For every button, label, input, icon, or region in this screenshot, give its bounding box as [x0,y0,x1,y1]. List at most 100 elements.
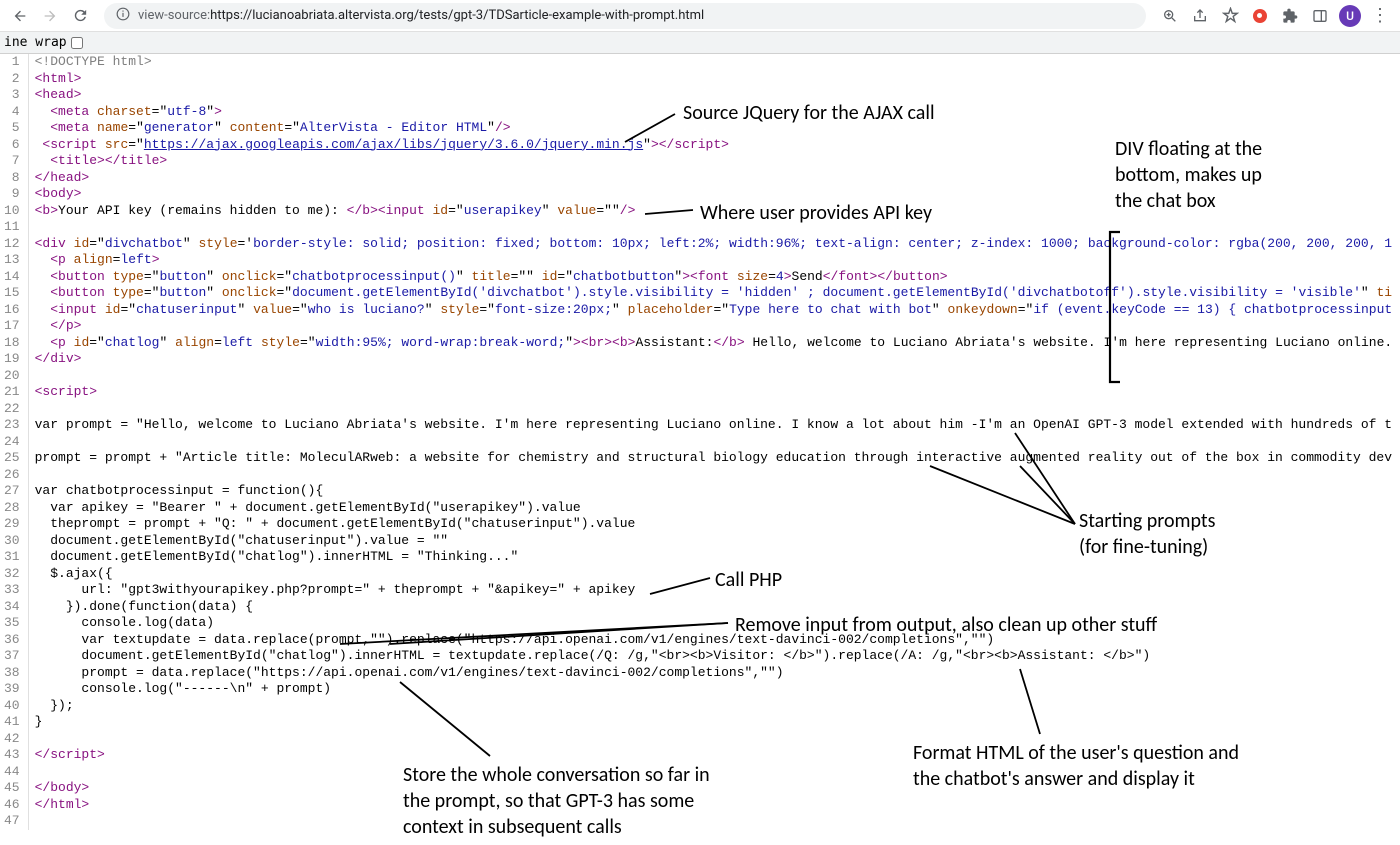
line-content[interactable]: }).done(function(data) { [28,599,1392,616]
line-number: 18 [0,335,28,352]
line-number: 36 [0,632,28,649]
line-content[interactable]: <script> [28,384,1392,401]
line-content[interactable]: <button type="button" onclick="document.… [28,285,1392,302]
line-wrap-text: ine wrap [4,35,67,50]
line-number: 3 [0,87,28,104]
line-content[interactable]: <input id="chatuserinput" value="who is … [28,302,1392,319]
source-line: 5 <meta name="generator" content="AlterV… [0,120,1392,137]
source-line: 7 <title></title> [0,153,1392,170]
line-content[interactable] [28,764,1392,781]
source-line: 2<html> [0,71,1392,88]
line-content[interactable]: document.getElementById("chatlog").inner… [28,648,1392,665]
line-wrap-label[interactable]: ine wrap [4,35,83,50]
line-content[interactable]: document.getElementById("chatuserinput")… [28,533,1392,550]
zoom-icon[interactable] [1158,4,1182,28]
line-content[interactable]: </script> [28,747,1392,764]
source-line: 45</body> [0,780,1392,797]
line-number: 14 [0,269,28,286]
profile-avatar[interactable]: U [1338,4,1362,28]
line-content[interactable] [28,731,1392,748]
source-line: 6 <script src="https://ajax.googleapis.c… [0,137,1392,154]
line-content[interactable]: var chatbotprocessinput = function(){ [28,483,1392,500]
chrome-menu-button[interactable]: ⋮ [1368,4,1392,28]
bookmark-star-icon[interactable] [1218,4,1242,28]
line-content[interactable]: <script src="https://ajax.googleapis.com… [28,137,1392,154]
line-content[interactable]: <body> [28,186,1392,203]
line-content[interactable]: prompt = prompt + "Article title: Molecu… [28,450,1392,467]
line-content[interactable] [28,368,1392,385]
back-button[interactable] [8,4,32,28]
line-content[interactable]: <b>Your API key (remains hidden to me): … [28,203,1392,220]
reload-button[interactable] [68,4,92,28]
source-line: 44 [0,764,1392,781]
line-number: 46 [0,797,28,814]
line-content[interactable]: var apikey = "Bearer " + document.getEle… [28,500,1392,517]
line-content[interactable]: console.log(data) [28,615,1392,632]
line-number: 39 [0,681,28,698]
source-line: 8</head> [0,170,1392,187]
line-content[interactable]: document.getElementById("chatlog").inner… [28,549,1392,566]
line-content[interactable]: }); [28,698,1392,715]
line-number: 12 [0,236,28,253]
source-line: 9<body> [0,186,1392,203]
source-line: 19</div> [0,351,1392,368]
site-info-icon[interactable] [116,7,130,25]
line-number: 8 [0,170,28,187]
line-content[interactable]: $.ajax({ [28,566,1392,583]
line-content[interactable] [28,813,1392,830]
line-number: 1 [0,54,28,71]
source-line: 33 url: "gpt3withyourapikey.php?prompt="… [0,582,1392,599]
line-content[interactable]: <p id="chatlog" align=left style="width:… [28,335,1392,352]
source-line: 46</html> [0,797,1392,814]
line-content[interactable]: </div> [28,351,1392,368]
line-number: 29 [0,516,28,533]
source-line: 23var prompt = "Hello, welcome to Lucian… [0,417,1392,434]
line-content[interactable]: url: "gpt3withyourapikey.php?prompt=" + … [28,582,1392,599]
line-content[interactable]: theprompt = prompt + "Q: " + document.ge… [28,516,1392,533]
line-number: 43 [0,747,28,764]
side-panel-icon[interactable] [1308,4,1332,28]
line-content[interactable] [28,467,1392,484]
line-number: 6 [0,137,28,154]
line-content[interactable]: <div id="divchatbot" style='border-style… [28,236,1392,253]
source-line: 22 [0,401,1392,418]
line-content[interactable]: prompt = data.replace("https://api.opena… [28,665,1392,682]
line-content[interactable]: console.log("------\n" + prompt) [28,681,1392,698]
line-number: 32 [0,566,28,583]
line-content[interactable]: </p> [28,318,1392,335]
line-content[interactable]: } [28,714,1392,731]
line-wrap-bar: ine wrap [0,32,1400,54]
line-content[interactable]: <meta name="generator" content="AlterVis… [28,120,1392,137]
arrow-left-icon [12,8,28,24]
line-content[interactable]: var prompt = "Hello, welcome to Luciano … [28,417,1392,434]
line-content[interactable]: </body> [28,780,1392,797]
line-content[interactable]: <!DOCTYPE html> [28,54,1392,71]
line-wrap-checkbox[interactable] [71,37,83,49]
line-content[interactable]: </head> [28,170,1392,187]
address-bar[interactable]: view-source:https://lucianoabriata.alter… [104,3,1146,29]
vertical-dots-icon: ⋮ [1371,5,1389,26]
extensions-puzzle-icon[interactable] [1278,4,1302,28]
line-number: 41 [0,714,28,731]
line-content[interactable] [28,434,1392,451]
line-content[interactable]: <html> [28,71,1392,88]
line-content[interactable]: <title></title> [28,153,1392,170]
line-content[interactable]: <head> [28,87,1392,104]
source-line: 37 document.getElementById("chatlog").in… [0,648,1392,665]
line-number: 7 [0,153,28,170]
line-content[interactable]: </html> [28,797,1392,814]
source-line: 36 var textupdate = data.replace(prompt,… [0,632,1392,649]
source-line: 39 console.log("------\n" + prompt) [0,681,1392,698]
line-number: 44 [0,764,28,781]
line-number: 20 [0,368,28,385]
line-content[interactable] [28,219,1392,236]
line-content[interactable]: var textupdate = data.replace(prompt,"")… [28,632,1392,649]
line-content[interactable]: <p align=left> [28,252,1392,269]
source-line: 28 var apikey = "Bearer " + document.get… [0,500,1392,517]
line-content[interactable]: <meta charset="utf-8"> [28,104,1392,121]
source-line: 12<div id="divchatbot" style='border-sty… [0,236,1392,253]
extension-red-icon[interactable] [1248,4,1272,28]
line-content[interactable] [28,401,1392,418]
share-icon[interactable] [1188,4,1212,28]
line-content[interactable]: <button type="button" onclick="chatbotpr… [28,269,1392,286]
